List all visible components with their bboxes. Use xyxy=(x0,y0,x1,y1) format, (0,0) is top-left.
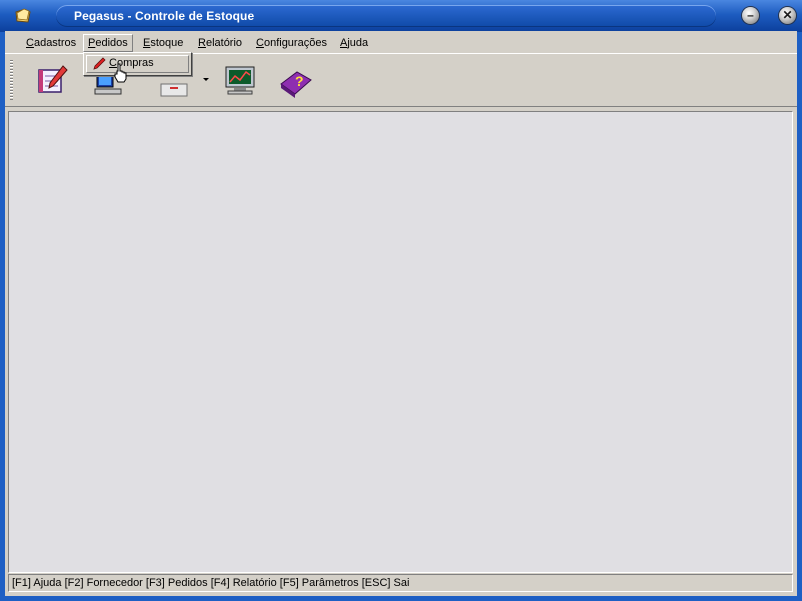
menu-relatorio[interactable]: Relatório xyxy=(194,35,246,51)
menu-configuracoes[interactable]: Configurações xyxy=(252,35,331,51)
menu-mnemonic: C xyxy=(26,37,34,49)
menu-item-compras[interactable]: Compras xyxy=(86,55,189,73)
title-bar[interactable]: Pegasus - Controle de Estoque – ✕ xyxy=(0,0,802,32)
menu-cadastros[interactable]: Cadastros xyxy=(22,35,80,51)
notebook-pencil-icon xyxy=(38,65,68,93)
menu-pedidos[interactable]: Pedidos xyxy=(83,34,133,52)
ajuda-tool-button[interactable]: ? xyxy=(277,62,313,98)
menu-label: onfigurações xyxy=(263,37,327,49)
cadastros-tool-button[interactable] xyxy=(33,62,69,98)
svg-text:?: ? xyxy=(295,73,304,89)
status-shortcuts-text: [F1] Ajuda [F2] Fornecedor [F3] Pedidos … xyxy=(12,577,410,589)
menu-label: elatório xyxy=(205,37,243,49)
menu-label: edidos xyxy=(95,37,128,49)
status-bar: [F1] Ajuda [F2] Fornecedor [F3] Pedidos … xyxy=(8,574,793,592)
pedidos-dropdown-menu: Compras xyxy=(83,52,192,76)
folder-app-icon[interactable] xyxy=(14,7,32,24)
hand-cursor-icon xyxy=(114,63,127,83)
menu-ajuda[interactable]: Ajuda xyxy=(336,35,372,51)
client-area: Cadastros Pedidos Estoque Relatório Conf… xyxy=(5,31,797,596)
minimize-button[interactable]: – xyxy=(742,7,759,24)
window-title: Pegasus - Controle de Estoque xyxy=(74,9,255,23)
menu-label: stoque xyxy=(150,37,184,49)
relatorio-tool-button[interactable] xyxy=(222,62,258,98)
close-icon: ✕ xyxy=(782,8,793,22)
estoque-dropdown-icon[interactable] xyxy=(203,78,209,81)
menu-mnemonic: R xyxy=(198,37,206,49)
menu-label: adastros xyxy=(33,37,77,49)
menu-label: juda xyxy=(347,37,369,49)
toolbar-grip[interactable] xyxy=(10,60,13,100)
close-button[interactable]: ✕ xyxy=(779,7,796,24)
app-window: Pegasus - Controle de Estoque – ✕ Cadast… xyxy=(0,0,802,601)
pencil-icon xyxy=(93,57,106,70)
menu-estoque[interactable]: Estoque xyxy=(139,35,187,51)
help-book-icon: ? xyxy=(280,71,312,98)
menu-bar: Cadastros Pedidos Estoque Relatório Conf… xyxy=(5,31,797,53)
menu-mnemonic: C xyxy=(256,37,264,49)
mdi-workspace xyxy=(8,111,793,573)
minimize-icon: – xyxy=(747,8,754,22)
drawer-icon xyxy=(160,83,188,97)
monitor-chart-icon xyxy=(225,66,255,95)
